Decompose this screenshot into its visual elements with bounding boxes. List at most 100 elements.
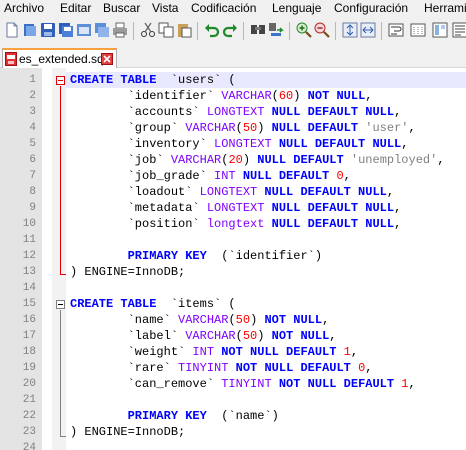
code-line[interactable]: `label` VARCHAR(50) NOT NULL, [70,328,337,344]
code-token: 50 [242,329,258,343]
close-icon[interactable] [76,22,92,38]
code-line[interactable]: `can_remove` TINYINT NOT NULL DEFAULT 1, [70,376,416,392]
code-token: , [408,121,416,135]
menu-lenguaje[interactable]: Lenguaje [272,1,321,15]
code-line[interactable]: `metadata` LONGTEXT NULL DEFAULT NULL, [70,200,402,216]
wrap-icon[interactable] [388,22,404,38]
line-number: 1 [29,74,36,86]
code-line[interactable]: CREATE TABLE `items` ( [70,296,236,312]
code-token: , [350,345,359,359]
new-file-icon[interactable] [4,22,20,38]
code-token: NULL DEFAULT NULL [264,201,395,215]
menu-buscar[interactable]: Buscar [103,1,140,15]
find-icon[interactable] [250,22,266,38]
fold-toggle-items[interactable] [56,300,65,309]
code-token: ( [235,121,243,135]
doc-map-icon[interactable] [432,22,448,38]
line-number: 15 [22,298,36,310]
undo-icon[interactable] [204,22,220,38]
tab-es-extended-sql[interactable]: es_extended.sql [2,48,117,69]
code-token: TINYINT [221,377,272,391]
code-line[interactable]: `rare` TINYINT NOT NULL DEFAULT 0, [70,360,373,376]
code-line[interactable]: `job` VARCHAR(20) NULL DEFAULT 'unemploy… [70,152,445,168]
line-number: 19 [22,362,36,374]
toolbar-separator [197,22,198,40]
code-token: VARCHAR [178,313,229,327]
code-token: , [408,377,416,391]
line-number: 16 [22,314,36,326]
line-number: 7 [29,170,36,182]
save-icon[interactable] [40,22,56,38]
code-token: `group` [70,121,186,135]
save-all-icon[interactable] [58,22,74,38]
code-token: `rare` [70,361,179,375]
fold-line-users [60,86,61,274]
redo-icon[interactable] [222,22,238,38]
code-line[interactable]: `group` VARCHAR(50) NULL DEFAULT 'user', [70,120,416,136]
code-token: `name` [70,313,179,327]
code-line[interactable]: `identifier` VARCHAR(60) NOT NULL, [70,88,373,104]
code-line[interactable]: CREATE TABLE `users` ( [70,72,236,88]
code-token: NULL DEFAULT NULL [264,105,395,119]
code-line[interactable]: `loadout` LONGTEXT NULL DEFAULT NULL, [70,184,394,200]
menu-configuracion[interactable]: Configuración [334,1,408,15]
print-icon[interactable] [112,22,128,38]
fold-toggle-users[interactable] [56,76,65,85]
paste-icon[interactable] [176,22,192,38]
code-line[interactable]: `weight` INT NOT NULL DEFAULT 1, [70,344,358,360]
zoom-in-icon[interactable] [296,22,312,38]
code-line[interactable]: `inventory` LONGTEXT NULL DEFAULT NULL, [70,136,409,152]
code-line[interactable]: `position` longtext NULL DEFAULT NULL, [70,216,402,232]
code-token: LONGTEXT [206,201,265,215]
code-line[interactable]: `name` VARCHAR(50) NOT NULL, [70,312,330,328]
menu-vista[interactable]: Vista [152,1,178,15]
line-number: 23 [22,426,36,438]
code-token: , [322,313,330,327]
line-number: 13 [22,266,36,278]
code-token: , [437,153,445,167]
code-token: , [401,137,409,151]
code-token: `label` [70,329,186,343]
code-token: NOT NULL [264,313,323,327]
toolbar-separator [289,22,290,40]
menu-codificacion[interactable]: Codificación [191,1,256,15]
code-token: NULL DEFAULT NULL [257,185,387,199]
line-number: 18 [22,346,36,358]
code-token: CREATE TABLE [70,73,157,87]
open-file-icon[interactable] [22,22,38,38]
fold-margin[interactable] [52,68,66,450]
code-line[interactable]: PRIMARY KEY (`name`) [70,408,279,424]
code-token: 0 [350,361,366,375]
tab-label: es_extended.sql [19,52,107,66]
zoom-out-icon[interactable] [314,22,330,38]
indent-guide-icon[interactable] [410,22,426,38]
code-token: ) ENGINE=InnoDB; [70,265,186,279]
replace-icon[interactable] [268,22,284,38]
code-token: INT [214,169,236,183]
code-line[interactable]: PRIMARY KEY (`identifier`) [70,248,322,264]
copy-icon[interactable] [158,22,174,38]
close-icon[interactable] [101,53,113,65]
line-number: 21 [22,394,36,406]
code-token: , [394,105,402,119]
sync-horizontal-icon[interactable] [360,22,376,38]
code-line[interactable]: ) ENGINE=InnoDB; [70,264,185,280]
code-token: `weight` [70,345,193,359]
code-line[interactable]: ) ENGINE=InnoDB; [70,424,185,440]
code-token: longtext [206,217,265,231]
code-token: INT [192,345,215,359]
close-all-icon[interactable] [94,22,110,38]
cut-icon[interactable] [140,22,156,38]
code-editor[interactable]: 1 CREATE TABLE `users` (2 `identifier` VA… [0,68,466,450]
code-line[interactable]: `accounts` LONGTEXT NULL DEFAULT NULL, [70,104,402,120]
code-token: , [386,185,395,199]
code-token: CREATE TABLE [70,297,157,311]
code-line[interactable]: `job_grade` INT NULL DEFAULT 0, [70,168,351,184]
code-token: 0 [329,169,344,183]
code-token: , [343,169,351,183]
menu-herramientas[interactable]: Herrami [424,1,466,15]
menu-archivo[interactable]: Archivo [4,1,44,15]
menu-editar[interactable]: Editar [60,1,91,15]
function-list-icon[interactable] [452,22,466,38]
sync-vertical-icon[interactable] [342,22,358,38]
